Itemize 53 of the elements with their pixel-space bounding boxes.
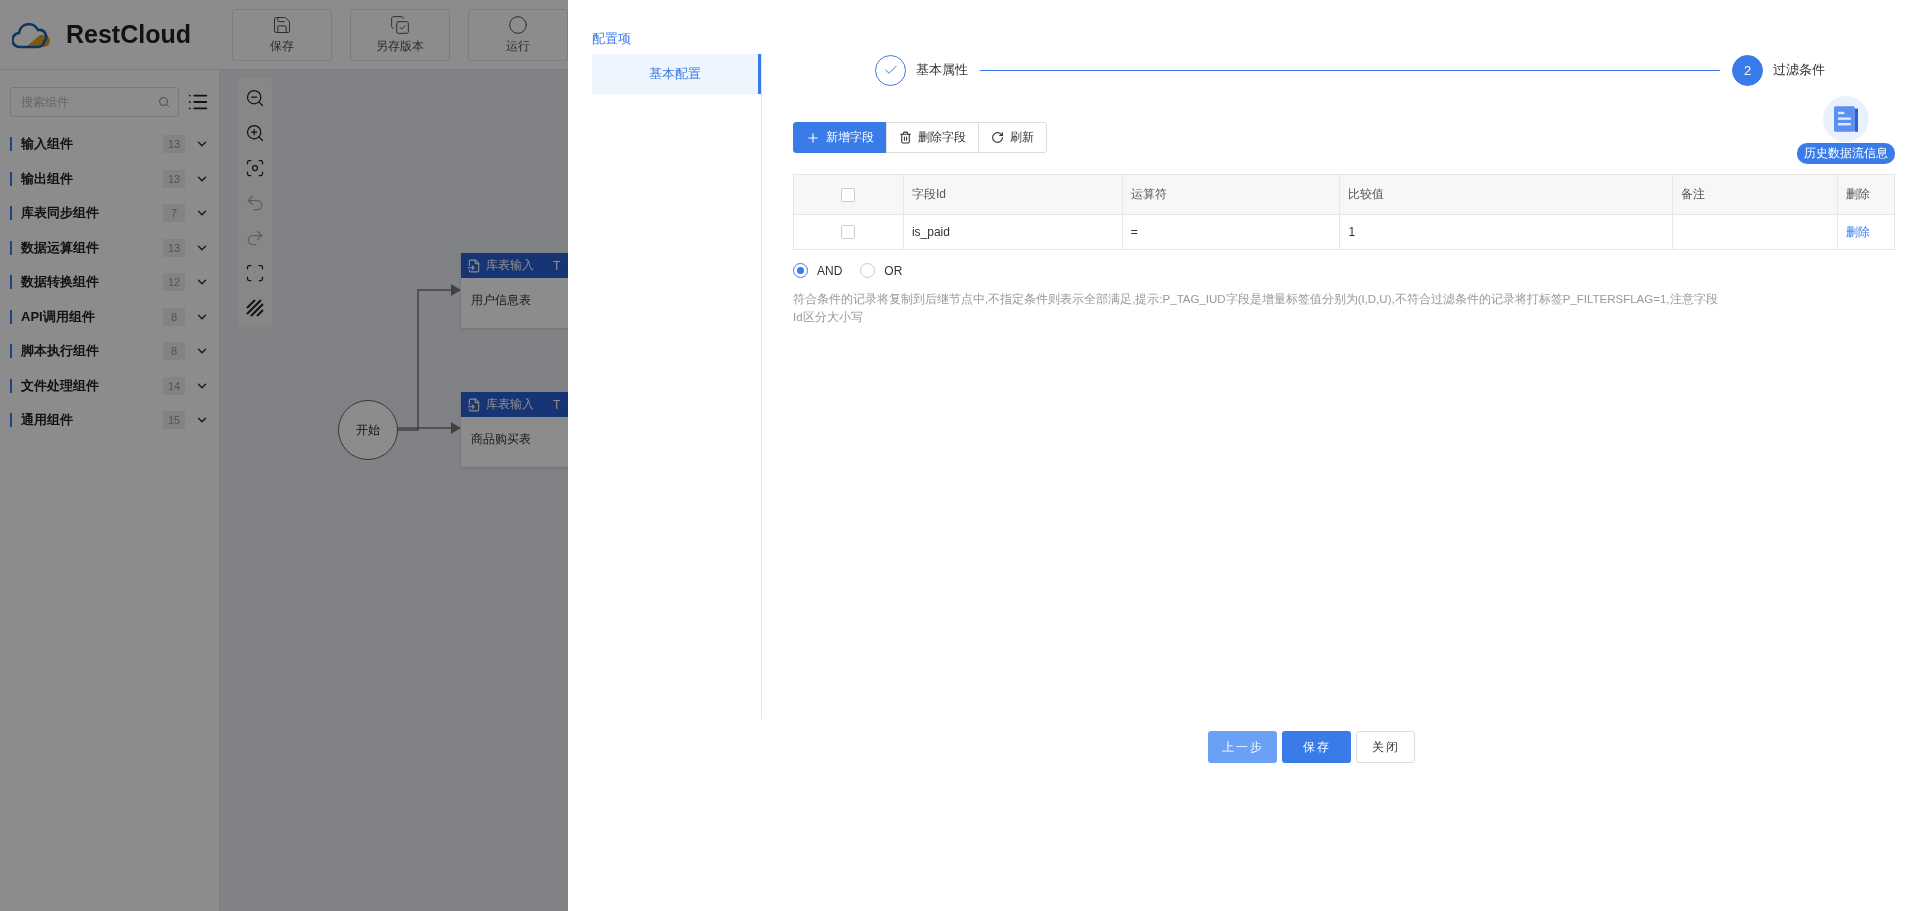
hint-text: 符合条件的记录将复制到后继节点中,不指定条件则表示全部满足,提示:P_TAG_IUD字段是增量标签值分别为(I,D,U),不符合过滤条件的记录将打标签P_FILTERSFLAG=1,注意字段Id区分大小写: [793, 292, 1719, 325]
nav-item[interactable]: 基本配置: [592, 54, 761, 94]
search-icon: [158, 96, 170, 108]
radio-option[interactable]: OR: [860, 263, 903, 278]
toolbar-button[interactable]: 另存版本: [350, 8, 450, 61]
start-node[interactable]: 开始: [338, 400, 398, 460]
step-label: 过滤条件: [1773, 61, 1825, 79]
action-button[interactable]: 新增字段: [793, 122, 887, 153]
toolbar-button[interactable]: 保存: [232, 8, 332, 61]
flow-node[interactable]: 库表输入 T 用户信息表: [461, 253, 568, 328]
checkbox[interactable]: [841, 225, 856, 240]
delete-link[interactable]: 删除: [1846, 224, 1870, 239]
action-button[interactable]: 删除字段: [886, 122, 979, 153]
node-type: 库表输入: [486, 396, 534, 413]
flow-node[interactable]: 库表输入 T 商品购买表: [461, 392, 568, 467]
radio-option[interactable]: AND: [793, 263, 843, 278]
refresh-icon: [991, 131, 1004, 144]
file-input-icon: [467, 258, 481, 273]
footer-button[interactable]: 关闭: [1356, 731, 1415, 763]
logo-text: RestCloud: [66, 20, 191, 49]
fit-view-icon[interactable]: [245, 157, 265, 178]
zoom-in-icon[interactable]: [245, 122, 265, 143]
plus-icon: [806, 130, 820, 145]
action-button[interactable]: 刷新: [978, 122, 1047, 153]
hatch-icon[interactable]: [246, 298, 264, 317]
node-name: 用户信息表: [470, 292, 532, 309]
step-marker: 2: [1732, 54, 1763, 86]
checkbox[interactable]: [841, 187, 856, 202]
table-cell: is_paid: [911, 225, 950, 239]
trash-icon: [899, 131, 912, 144]
history-label[interactable]: 历史数据流信息: [1797, 143, 1895, 164]
fullscreen-icon[interactable]: [245, 262, 265, 283]
column-header: 比较值: [1340, 174, 1673, 215]
circle-icon: [508, 14, 528, 35]
table-cell: =: [1130, 225, 1138, 239]
step-label: 基本属性: [916, 61, 968, 79]
copy-icon: [390, 14, 410, 35]
file-input-icon: [467, 397, 481, 412]
table-cell: 1: [1348, 225, 1356, 239]
node-header-text: T: [553, 258, 561, 273]
node-type: 库表输入: [486, 257, 534, 274]
nav-title: 配置项: [592, 30, 632, 48]
save-icon: [272, 14, 292, 35]
zoom-out-icon[interactable]: [245, 87, 265, 108]
history-icon[interactable]: [1823, 96, 1869, 142]
node-name: 商品购买表: [470, 431, 532, 448]
column-header: 字段Id: [903, 174, 1123, 215]
footer-button[interactable]: 保存: [1282, 731, 1351, 763]
column-header: 删除: [1837, 174, 1895, 215]
column-header: 备注: [1672, 174, 1838, 215]
column-header: 运算符: [1122, 174, 1340, 215]
toolbar-button[interactable]: 运行: [468, 8, 568, 61]
node-header-text: T: [553, 397, 561, 412]
